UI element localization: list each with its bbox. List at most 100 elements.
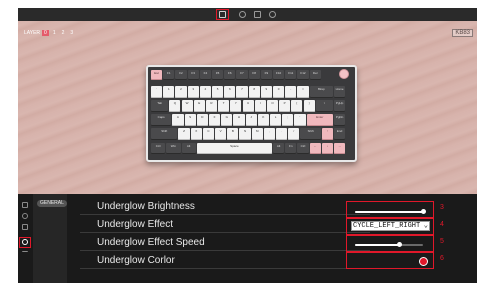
- key-Del[interactable]: Del: [309, 70, 321, 80]
- key-F3[interactable]: F3: [187, 70, 199, 80]
- key-G[interactable]: G: [221, 114, 233, 126]
- key-sym[interactable]: ': [294, 114, 306, 126]
- key-F8[interactable]: F8: [248, 70, 260, 80]
- layer-0-button[interactable]: 0: [42, 30, 49, 36]
- key-U[interactable]: U: [242, 100, 254, 112]
- key-7[interactable]: 7: [236, 86, 248, 98]
- key-D[interactable]: D: [196, 114, 208, 126]
- key-PgDn[interactable]: PgDn: [334, 114, 346, 126]
- key-Fn[interactable]: Fn: [285, 142, 297, 154]
- brightness-label: Underglow Brightness: [97, 201, 195, 212]
- save-icon[interactable]: [22, 224, 28, 230]
- key-Enter[interactable]: Enter: [306, 114, 333, 126]
- underglow-settings: Underglow Brightness Underglow Effect CY…: [80, 194, 476, 283]
- gear-icon[interactable]: [22, 213, 28, 219]
- key-sym[interactable]: `: [151, 86, 163, 98]
- key-F5[interactable]: F5: [212, 70, 224, 80]
- key-2[interactable]: 2: [175, 86, 187, 98]
- key-Y[interactable]: Y: [230, 100, 242, 112]
- key-M[interactable]: M: [251, 128, 263, 140]
- key-I[interactable]: I: [254, 100, 266, 112]
- key-Ctrl[interactable]: Ctrl: [297, 142, 309, 154]
- key-W[interactable]: W: [181, 100, 193, 112]
- key-sym[interactable]: ↑: [321, 128, 333, 140]
- layer-2-button[interactable]: 2: [60, 30, 67, 36]
- key-F12[interactable]: F12: [297, 70, 309, 80]
- key-9[interactable]: 9: [260, 86, 272, 98]
- key-F7[interactable]: F7: [236, 70, 248, 80]
- key-Z[interactable]: Z: [178, 128, 190, 140]
- key-sym[interactable]: ;: [282, 114, 294, 126]
- toolbar-selection-highlight: [216, 9, 229, 20]
- key-Space[interactable]: Space: [196, 142, 272, 154]
- key-K[interactable]: K: [257, 114, 269, 126]
- settings-icon[interactable]: [269, 11, 276, 18]
- key-PgUp[interactable]: PgUp: [334, 100, 346, 112]
- key-V[interactable]: V: [215, 128, 227, 140]
- key-sym[interactable]: ↓: [321, 142, 333, 154]
- brightness-row: Underglow Brightness: [80, 199, 370, 215]
- key-N[interactable]: N: [239, 128, 251, 140]
- key-Caps[interactable]: Caps: [151, 114, 172, 126]
- key-5[interactable]: 5: [212, 86, 224, 98]
- key-Bksp[interactable]: Bksp: [309, 86, 333, 98]
- key-sym[interactable]: →: [334, 142, 346, 154]
- key-sym[interactable]: -: [285, 86, 297, 98]
- general-tab[interactable]: GENERAL: [37, 200, 67, 207]
- key-C[interactable]: C: [202, 128, 215, 140]
- key-H[interactable]: H: [233, 114, 245, 126]
- key-F2[interactable]: F2: [175, 70, 187, 80]
- key-sym[interactable]: ←: [309, 142, 321, 154]
- key-S[interactable]: S: [184, 114, 196, 126]
- key-O[interactable]: O: [266, 100, 279, 112]
- key-L[interactable]: L: [269, 114, 282, 126]
- key-Win[interactable]: Win: [166, 142, 181, 154]
- key-sym[interactable]: ]: [303, 100, 315, 112]
- key-sym[interactable]: =: [297, 86, 309, 98]
- key-sym[interactable]: \: [315, 100, 333, 112]
- arrow-icon[interactable]: [22, 251, 28, 257]
- key-F9[interactable]: F9: [260, 70, 272, 80]
- key-sym[interactable]: /: [288, 128, 300, 140]
- key-Tab[interactable]: Tab: [151, 100, 169, 112]
- key-4[interactable]: 4: [199, 86, 211, 98]
- rotary-knob[interactable]: [339, 69, 349, 79]
- key-Alt[interactable]: Alt: [181, 142, 196, 154]
- key-T[interactable]: T: [218, 100, 230, 112]
- key-Esc[interactable]: Esc: [151, 70, 163, 80]
- key-Shift[interactable]: Shift: [151, 128, 178, 140]
- keyboard-model-badge[interactable]: KB83: [452, 29, 473, 37]
- key-sym[interactable]: ,: [263, 128, 276, 140]
- layers-icon[interactable]: [22, 202, 28, 208]
- key-F10[interactable]: F10: [273, 70, 285, 80]
- key-P[interactable]: P: [279, 100, 291, 112]
- key-Shift[interactable]: Shift: [300, 128, 321, 140]
- key-Alt[interactable]: Alt: [273, 142, 285, 154]
- key-R[interactable]: R: [205, 100, 218, 112]
- layer-1-button[interactable]: 1: [51, 30, 58, 36]
- key-F4[interactable]: F4: [199, 70, 211, 80]
- key-sym[interactable]: [: [291, 100, 303, 112]
- key-A[interactable]: A: [172, 114, 184, 126]
- key-Ctrl[interactable]: Ctrl: [151, 142, 166, 154]
- key-6[interactable]: 6: [224, 86, 236, 98]
- key-3[interactable]: 3: [187, 86, 199, 98]
- key-End[interactable]: End: [334, 128, 346, 140]
- key-Home[interactable]: Home: [334, 86, 346, 98]
- key-F[interactable]: F: [208, 114, 221, 126]
- key-8[interactable]: 8: [248, 86, 260, 98]
- key-1[interactable]: 1: [163, 86, 175, 98]
- key-X[interactable]: X: [190, 128, 202, 140]
- key-sym[interactable]: .: [276, 128, 288, 140]
- key-B[interactable]: B: [227, 128, 239, 140]
- key-E[interactable]: E: [193, 100, 205, 112]
- key-0[interactable]: 0: [273, 86, 285, 98]
- layer-3-button[interactable]: 3: [68, 30, 75, 36]
- key-J[interactable]: J: [245, 114, 257, 126]
- lighting-icon[interactable]: [239, 11, 246, 18]
- macro-icon[interactable]: [254, 11, 261, 18]
- key-Q[interactable]: Q: [169, 100, 181, 112]
- key-F6[interactable]: F6: [224, 70, 236, 80]
- key-F1[interactable]: F1: [163, 70, 175, 80]
- key-F11[interactable]: F11: [285, 70, 297, 80]
